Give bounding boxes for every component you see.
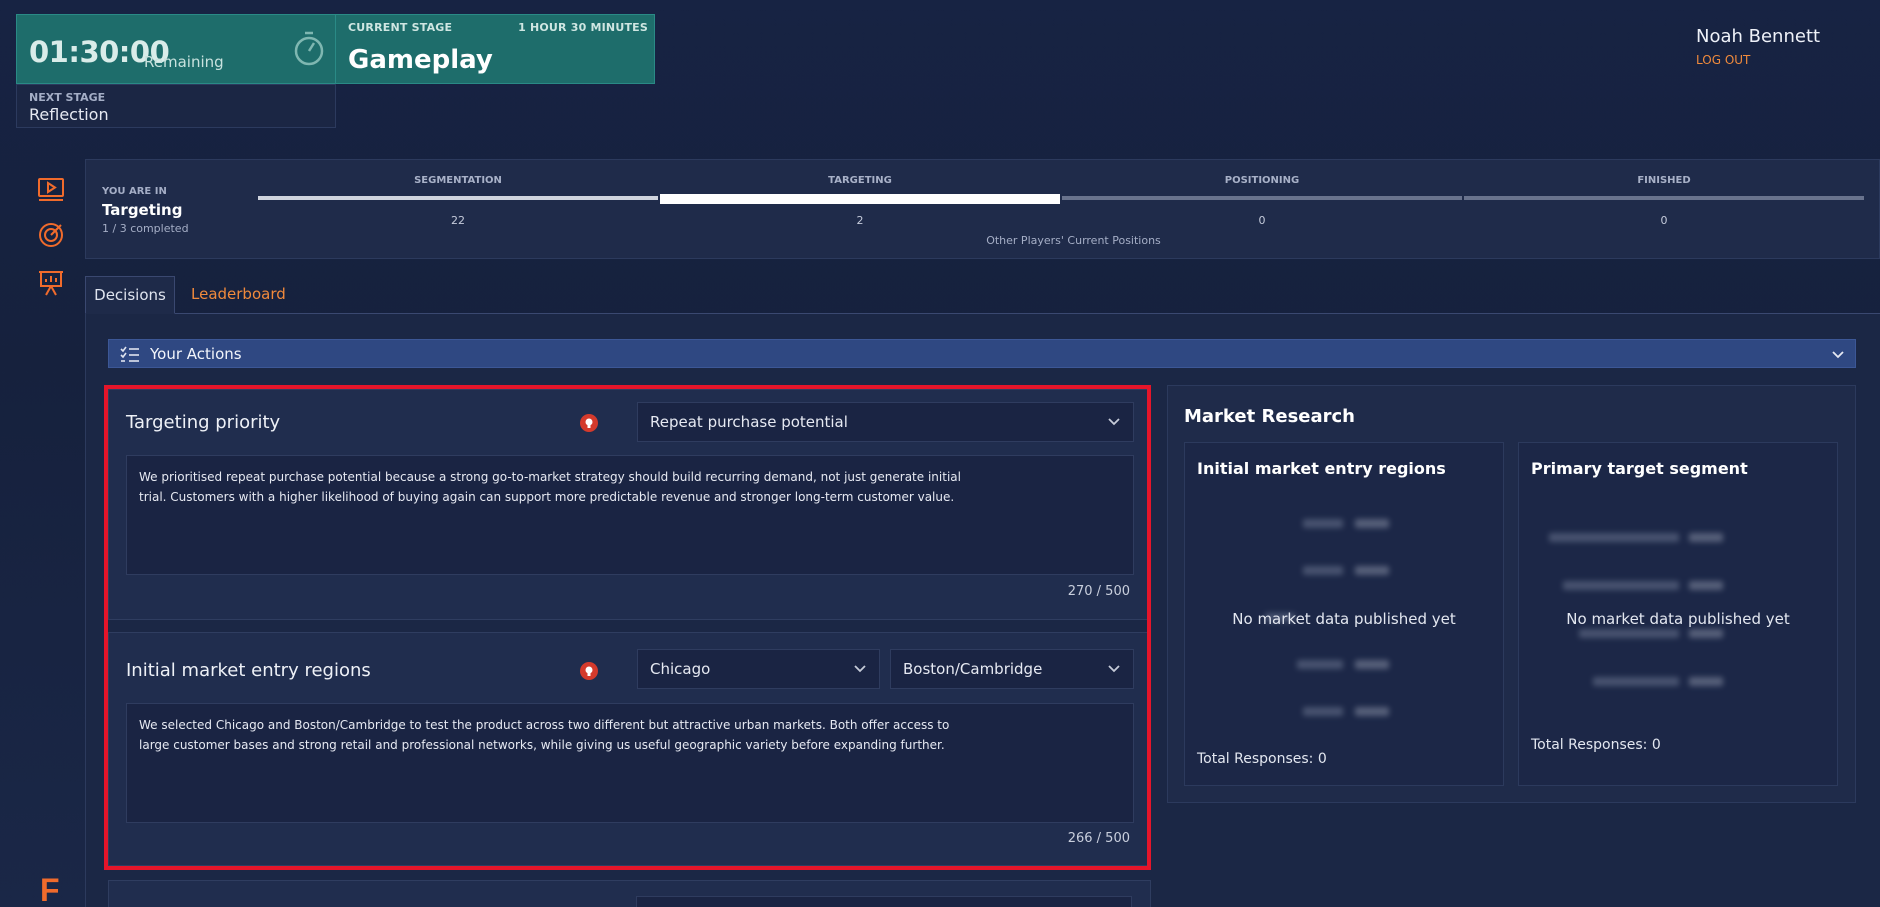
your-actions-toggle[interactable]: Your Actions bbox=[108, 339, 1856, 368]
market-card-segment: Primary target segment No market data pu… bbox=[1518, 442, 1838, 786]
targeting-priority-textarea[interactable]: We prioritised repeat purchase potential… bbox=[126, 455, 1134, 575]
step-bar-positioning bbox=[1062, 196, 1462, 200]
step-label-positioning: POSITIONING bbox=[1224, 175, 1300, 186]
character-counter: 266 / 500 bbox=[1067, 831, 1130, 846]
decision-title: Targeting priority bbox=[126, 412, 281, 433]
select-value: Repeat purchase potential bbox=[650, 413, 848, 431]
market-card-regions: Initial market entry regions No market d… bbox=[1184, 442, 1504, 786]
presentation-icon[interactable] bbox=[36, 268, 66, 298]
no-data-message: No market data published yet bbox=[1232, 610, 1456, 628]
tab-leaderboard[interactable]: Leaderboard bbox=[191, 276, 286, 314]
character-counter: 270 / 500 bbox=[1067, 584, 1130, 599]
targeting-priority-select[interactable]: Repeat purchase potential bbox=[637, 402, 1134, 442]
chevron-down-icon bbox=[1108, 665, 1120, 673]
target-icon[interactable] bbox=[36, 220, 66, 250]
blurred-chart-row bbox=[1185, 658, 1503, 672]
chevron-down-icon bbox=[1108, 418, 1120, 426]
step-count-targeting: 2 bbox=[856, 214, 864, 227]
step-label-targeting: TARGETING bbox=[828, 175, 892, 186]
step-count-segmentation: 22 bbox=[451, 214, 465, 227]
step-bar-segmentation bbox=[258, 196, 658, 200]
decision-title: Initial market entry regions bbox=[126, 660, 371, 681]
step-count-positioning: 0 bbox=[1258, 214, 1266, 227]
checklist-icon bbox=[120, 346, 139, 362]
total-responses: Total Responses: 0 bbox=[1197, 751, 1327, 767]
market-research-panel: Market Research Initial market entry reg… bbox=[1167, 385, 1856, 803]
blurred-chart-row bbox=[1519, 579, 1837, 593]
no-data-message: No market data published yet bbox=[1566, 610, 1790, 628]
current-stage-name: Gameplay bbox=[348, 45, 493, 75]
your-actions-label: Your Actions bbox=[150, 345, 242, 363]
market-card-title: Initial market entry regions bbox=[1197, 459, 1446, 478]
next-stage-name: Reflection bbox=[29, 105, 109, 124]
blurred-chart-row bbox=[1185, 705, 1503, 719]
step-bar-finished bbox=[1464, 196, 1864, 200]
blurred-chart-row bbox=[1519, 675, 1837, 689]
select-value: Chicago bbox=[650, 660, 711, 678]
brand-logo: F bbox=[40, 872, 60, 907]
next-stage-label: NEXT STAGE bbox=[29, 91, 106, 104]
decision-card-targeting-priority: Targeting priority Repeat purchase poten… bbox=[108, 389, 1151, 620]
video-icon[interactable] bbox=[36, 174, 66, 204]
blurred-chart-row bbox=[1185, 564, 1503, 578]
select-value: Boston/Cambridge bbox=[903, 660, 1043, 678]
stopwatch-icon bbox=[294, 31, 324, 66]
other-players-label: Other Players' Current Positions bbox=[986, 234, 1161, 247]
timer-panel: 01:30:00 Remaining bbox=[16, 14, 336, 84]
decision-card-market-entry: Initial market entry regions Chicago Bos… bbox=[108, 632, 1151, 866]
current-step-name: Targeting bbox=[102, 201, 183, 219]
you-are-in-label: YOU ARE IN bbox=[102, 186, 167, 197]
step-label-finished: FINISHED bbox=[1637, 175, 1691, 186]
current-stage-label: CURRENT STAGE bbox=[348, 21, 453, 34]
timer-remaining-label: Remaining bbox=[144, 53, 224, 71]
next-decision-select[interactable] bbox=[636, 896, 1132, 907]
region-select-1[interactable]: Chicago bbox=[637, 649, 880, 689]
step-bar-targeting bbox=[660, 194, 1060, 204]
blurred-chart-row bbox=[1519, 531, 1837, 545]
total-responses: Total Responses: 0 bbox=[1531, 737, 1661, 753]
step-label-segmentation: SEGMENTATION bbox=[414, 175, 502, 186]
stage-duration: 1 HOUR 30 MINUTES bbox=[518, 21, 648, 34]
step-count-finished: 0 bbox=[1660, 214, 1668, 227]
next-stage-panel: NEXT STAGE Reflection bbox=[16, 84, 336, 128]
tab-decisions[interactable]: Decisions bbox=[85, 276, 175, 314]
stage-progress-panel: YOU ARE IN Targeting 1 / 3 completed SEG… bbox=[85, 159, 1880, 259]
region-select-2[interactable]: Boston/Cambridge bbox=[890, 649, 1134, 689]
current-stage-panel: CURRENT STAGE 1 HOUR 30 MINUTES Gameplay bbox=[335, 14, 655, 84]
market-entry-textarea[interactable]: We selected Chicago and Boston/Cambridge… bbox=[126, 703, 1134, 823]
market-research-title: Market Research bbox=[1184, 406, 1355, 427]
chevron-down-icon bbox=[1832, 351, 1844, 359]
user-name: Noah Bennett bbox=[1696, 26, 1821, 47]
chevron-down-icon bbox=[854, 665, 866, 673]
lightbulb-icon[interactable] bbox=[580, 662, 598, 680]
market-card-title: Primary target segment bbox=[1531, 459, 1748, 478]
blurred-chart-row bbox=[1185, 517, 1503, 531]
logout-link[interactable]: LOG OUT bbox=[1696, 53, 1750, 67]
blurred-chart-row bbox=[1519, 627, 1837, 641]
lightbulb-icon[interactable] bbox=[580, 414, 598, 432]
